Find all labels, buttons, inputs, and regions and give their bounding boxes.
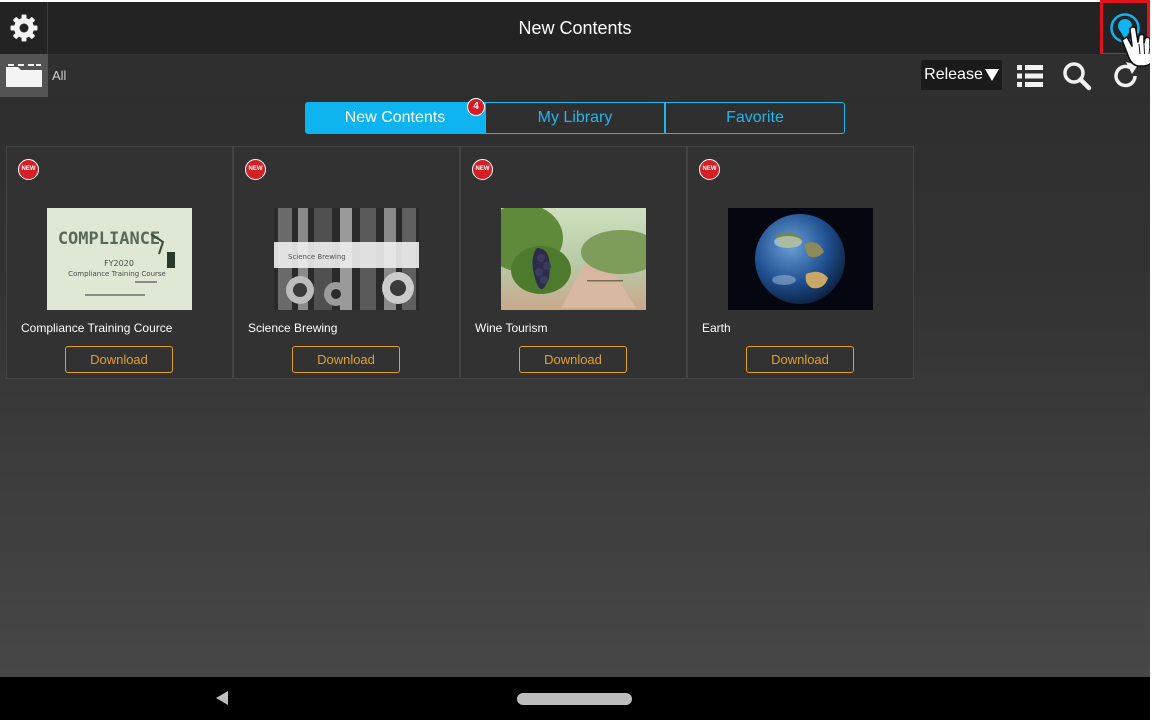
home-pill[interactable]	[517, 693, 632, 705]
thumbnail-wine-tourism	[501, 208, 646, 310]
gear-icon	[10, 14, 37, 42]
sort-dropdown[interactable]: Release	[921, 60, 1002, 90]
download-button[interactable]: Download	[292, 346, 400, 373]
sort-label: Release	[924, 66, 983, 83]
content-title: Compliance Training Cource	[21, 321, 173, 335]
tab-new-contents[interactable]: New Contents	[305, 102, 485, 134]
list-icon[interactable]	[1015, 61, 1045, 91]
thumb-line1: FY2020	[104, 259, 134, 268]
content-card[interactable]: NEW	[460, 146, 687, 379]
new-badge: NEW	[699, 159, 720, 180]
caret-down-icon	[984, 69, 999, 81]
new-badge: NEW	[472, 159, 493, 180]
thumb-heading: COMPLIANCE	[58, 229, 160, 249]
earth-image	[728, 208, 873, 310]
toolbar: All Release	[0, 54, 1150, 97]
settings-button[interactable]	[0, 2, 48, 54]
compliance-slide-image: COMPLIANCE FY2020 Compliance Training Co…	[47, 208, 192, 310]
download-button[interactable]: Download	[65, 346, 173, 373]
folder-label: All	[52, 68, 67, 83]
content-title: Earth	[702, 321, 731, 335]
folder-button[interactable]	[0, 54, 48, 97]
content-grid: NEW COMPLIANCE FY2020 Compliance Trainin…	[6, 146, 914, 379]
content-title: Wine Tourism	[475, 321, 548, 335]
vineyard-image	[501, 208, 646, 310]
thumbnail-science-brewing: Science Brewing	[274, 208, 419, 310]
back-icon[interactable]	[214, 690, 230, 706]
download-button[interactable]: Download	[519, 346, 627, 373]
folder-icon	[6, 63, 42, 87]
right-edge	[1150, 0, 1164, 720]
content-tabs: New Contents My Library Favorite	[305, 102, 845, 134]
system-nav-bar	[0, 677, 1150, 720]
tab-favorite[interactable]: Favorite	[665, 102, 845, 134]
header-bar: New Contents	[0, 0, 1150, 56]
thumbnail-earth	[728, 208, 873, 310]
download-button[interactable]: Download	[746, 346, 854, 373]
content-title: Science Brewing	[248, 321, 338, 335]
app-screen: New Contents All Release New Contents My…	[0, 0, 1150, 720]
tab-my-library[interactable]: My Library	[485, 102, 665, 134]
new-count-badge: 4	[467, 98, 485, 116]
new-badge: NEW	[18, 159, 39, 180]
new-badge: NEW	[245, 159, 266, 180]
thumb-line2: Compliance Training Course	[68, 270, 166, 278]
thumb-caption: Science Brewing	[288, 253, 346, 261]
thumbnail-compliance: COMPLIANCE FY2020 Compliance Training Co…	[47, 208, 192, 310]
content-card[interactable]: NEW Science Brewing Science Brewing Down…	[233, 146, 460, 379]
content-card[interactable]: NEW COMPLIANCE FY2020 Compliance Trainin…	[6, 146, 233, 379]
search-icon[interactable]	[1062, 61, 1092, 91]
page-title: New Contents	[518, 18, 632, 38]
brewing-slide-image: Science Brewing	[274, 208, 419, 310]
content-card[interactable]: NEW	[687, 146, 914, 379]
